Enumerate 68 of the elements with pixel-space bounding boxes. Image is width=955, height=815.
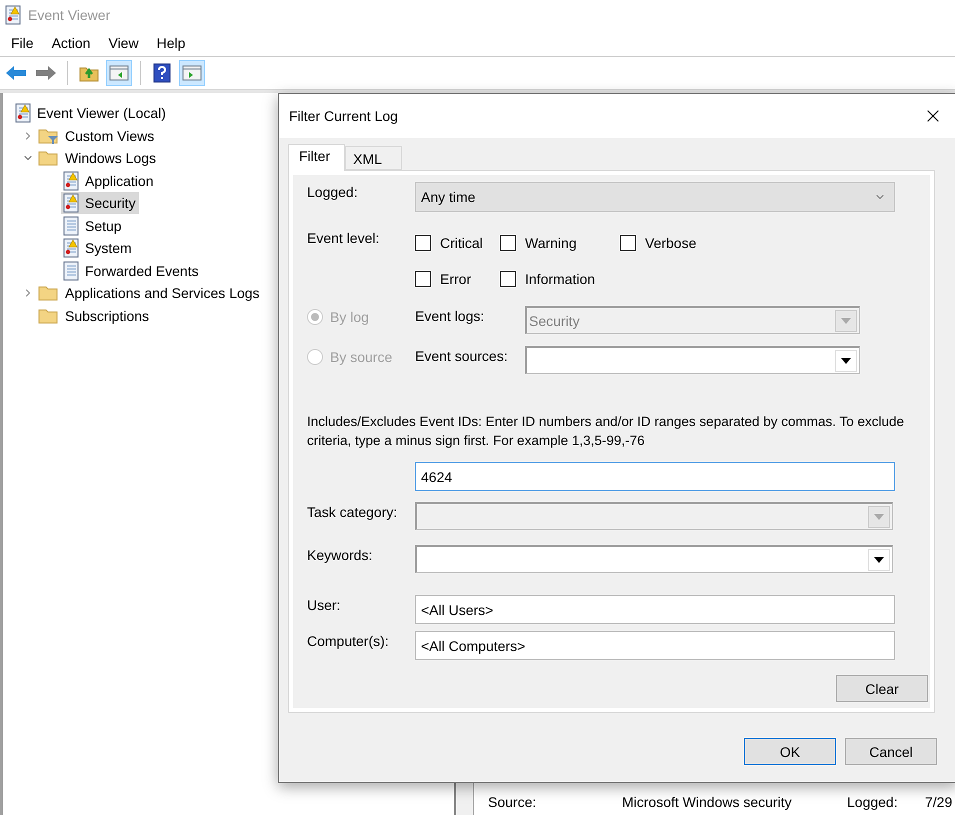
tree-item[interactable]: Forwarded Events <box>61 260 202 282</box>
detail-label: Source: <box>488 794 538 810</box>
logged-dropdown[interactable]: Any time <box>415 182 895 212</box>
tree-item[interactable]: Windows Logs <box>37 148 160 168</box>
log-icon <box>14 103 32 124</box>
checkbox[interactable] <box>500 235 516 251</box>
action-pane-icon[interactable] <box>179 60 205 86</box>
log-icon <box>62 216 80 236</box>
tree-item[interactable]: Applications and Services Logs <box>37 283 263 304</box>
cancel-button[interactable]: Cancel <box>845 738 937 765</box>
radio-label: By log <box>330 309 369 325</box>
field-label: Event logs: <box>415 307 486 324</box>
log-icon <box>62 193 80 214</box>
checkbox[interactable] <box>415 235 431 251</box>
folder-icon <box>38 284 60 302</box>
field-label: Event level: <box>307 229 380 246</box>
folder-icon <box>38 149 60 168</box>
tree-item[interactable]: Security <box>61 192 139 214</box>
checkbox[interactable] <box>500 271 516 287</box>
field-label: Keywords: <box>307 546 374 563</box>
clear-button[interactable]: Clear <box>836 675 928 702</box>
help-text: Includes/Excludes Event IDs: Enter ID numbers and/or ID ranges separated by commas. To exclude criteria, type a minus sign first. For example 1,3,5-99,-76 <box>307 413 906 450</box>
tab[interactable]: Filter <box>288 144 346 171</box>
log-icon <box>62 238 80 258</box>
show-pane-icon[interactable] <box>106 60 132 86</box>
checkbox-label: Warning <box>525 235 577 251</box>
caret-icon <box>874 556 884 562</box>
detail-label: Logged: <box>847 794 899 810</box>
tree-item[interactable]: Application <box>61 170 156 192</box>
tree-item[interactable]: System <box>61 237 135 260</box>
dialog-title: Filter Current Log <box>289 108 398 124</box>
tree-item[interactable]: Custom Views <box>37 126 158 146</box>
field-label: Logged: <box>307 183 359 200</box>
menu-item[interactable]: File <box>2 35 43 51</box>
field-label: Event sources: <box>415 347 509 364</box>
checkbox-label: Error <box>440 271 472 287</box>
menu-item[interactable]: Help <box>148 35 194 51</box>
app-icon <box>4 5 22 25</box>
menu-item[interactable]: View <box>99 35 148 51</box>
ok-button[interactable]: OK <box>744 738 836 765</box>
field-label: Task category: <box>307 503 398 520</box>
tree-item[interactable]: Subscriptions <box>37 306 152 326</box>
caret-icon <box>841 318 851 324</box>
detail-value: Microsoft Windows security <box>622 794 793 810</box>
checkbox-label: Information <box>525 271 596 287</box>
window-title: Event Viewer <box>28 7 110 23</box>
event-id-field[interactable]: 4624 <box>415 462 895 491</box>
checkbox[interactable] <box>415 271 431 287</box>
log-icon <box>62 170 80 191</box>
checkbox[interactable] <box>620 235 636 251</box>
radio-label: By source <box>330 349 392 365</box>
combo-box[interactable] <box>415 545 893 573</box>
tree-item[interactable]: Setup <box>61 214 125 237</box>
folder-icon <box>38 306 60 325</box>
detail-value: 7/29 <box>925 794 954 810</box>
tree-item[interactable]: Event Viewer (Local) <box>13 102 169 124</box>
caret-icon <box>841 358 851 364</box>
folder-filter-icon <box>38 126 60 145</box>
caret-icon <box>874 514 884 520</box>
menu-item[interactable]: Action <box>42 35 100 51</box>
log-icon <box>62 260 80 281</box>
tab[interactable]: XML <box>345 146 402 170</box>
checkbox-label: Verbose <box>645 235 696 251</box>
text-field[interactable]: <All Users> <box>415 595 895 624</box>
field-label: User: <box>307 596 342 613</box>
text-field[interactable]: <All Computers> <box>415 631 895 660</box>
checkbox-label: Critical <box>440 235 483 251</box>
field-label: Computer(s): <box>307 632 390 649</box>
